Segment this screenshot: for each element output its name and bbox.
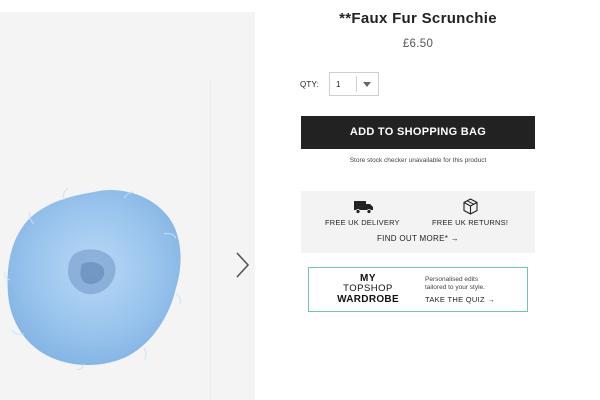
quantity-select[interactable]: 1 <box>329 72 379 96</box>
returns-box-icon <box>463 198 478 215</box>
wardrobe-promo-line2: tailored to your style. <box>425 284 485 291</box>
quantity-value: 1 <box>336 80 341 89</box>
wardrobe-promo-text: Personalised edits tailored to your styl… <box>425 276 525 292</box>
product-title: **Faux Fur Scrunchie <box>339 10 497 27</box>
take-the-quiz-link[interactable]: TAKE THE QUIZ → <box>425 295 495 304</box>
quantity-label: QTY: <box>300 80 320 89</box>
free-delivery-label: FREE UK DELIVERY <box>325 218 400 227</box>
wardrobe-logo-line2: TOPSHOP <box>343 283 393 294</box>
product-price: £6.50 <box>402 38 434 50</box>
wardrobe-logo-line3: WARDROBE <box>337 294 399 305</box>
chevron-right-icon[interactable] <box>232 250 252 280</box>
gallery-divider <box>210 80 211 400</box>
wardrobe-logo: MY TOPSHOP WARDROBE <box>309 274 427 306</box>
free-returns-label: FREE UK RETURNS! <box>432 218 509 227</box>
truck-icon <box>354 201 373 214</box>
chevron-down-icon <box>363 82 371 87</box>
wardrobe-promo-line1: Personalised edits <box>425 276 479 283</box>
add-to-bag-button[interactable]: ADD TO SHOPPING BAG <box>301 116 535 149</box>
stock-checker-note: Store stock checker unavailable for this… <box>349 157 487 164</box>
product-image-gallery <box>0 12 255 400</box>
product-image <box>4 187 182 370</box>
delivery-returns-panel: FREE UK DELIVERY FREE UK RETURNS! FIND O… <box>301 191 535 253</box>
my-topshop-wardrobe-banner[interactable]: MY TOPSHOP WARDROBE Personalised edits t… <box>308 267 528 312</box>
quantity-select-divider <box>356 76 357 92</box>
find-out-more-link[interactable]: FIND OUT MORE* → <box>301 234 535 243</box>
